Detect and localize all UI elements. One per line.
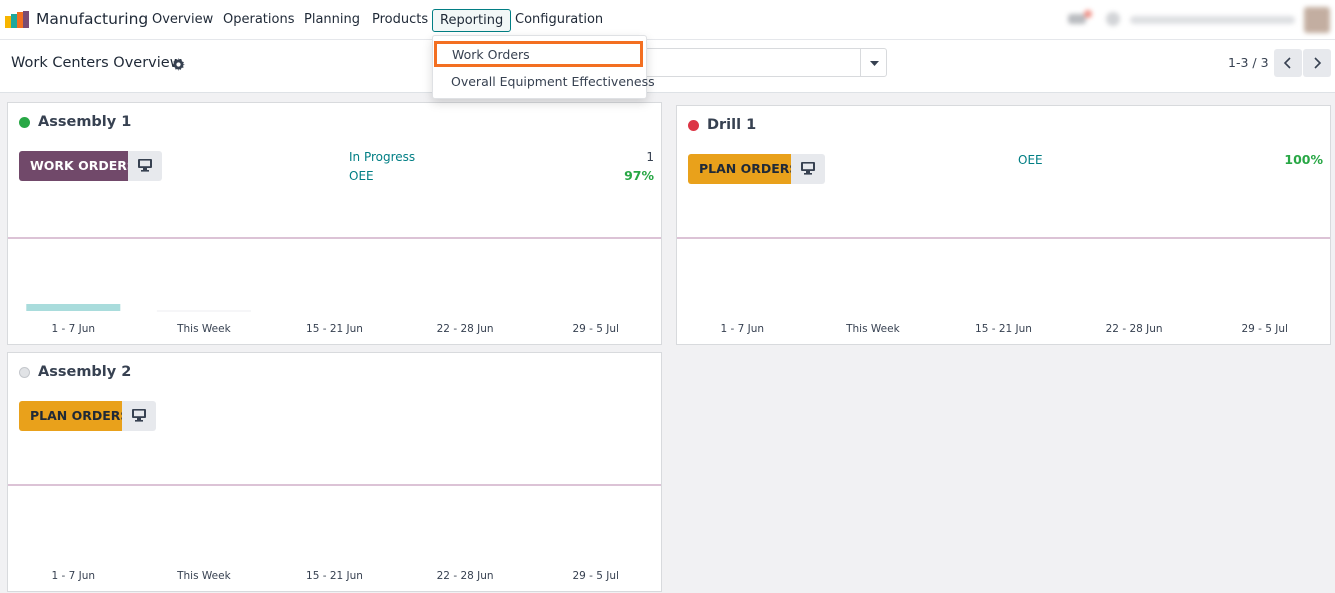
- work-center-card: Assembly 1 WORK ORDERS In Progress 1 OEE…: [7, 102, 662, 345]
- gear-icon[interactable]: [172, 58, 185, 71]
- work-center-name: Drill 1: [707, 117, 757, 133]
- menu-configuration[interactable]: Configuration: [515, 12, 603, 27]
- status-dot[interactable]: [19, 367, 30, 378]
- stat-value-oee: 97%: [624, 168, 654, 183]
- status-dot[interactable]: [19, 117, 30, 128]
- work-center-card: Drill 1 PLAN ORDERS OEE 100% 1 - 7 Jun Th…: [676, 105, 1331, 345]
- menu-reporting[interactable]: Reporting: [432, 9, 512, 32]
- search-options-toggle[interactable]: [860, 48, 887, 77]
- chart-tick-label: 15 - 21 Jun: [975, 323, 1032, 335]
- desktop-icon: [132, 409, 146, 422]
- pager-value[interactable]: 1-3 / 3: [1228, 55, 1269, 70]
- work-center-name: Assembly 2: [38, 364, 132, 380]
- stat-label-in-progress[interactable]: In Progress: [349, 150, 415, 164]
- menu-products[interactable]: Products: [372, 12, 428, 27]
- pager-next-button[interactable]: [1303, 49, 1331, 77]
- chevron-right-icon: [1314, 57, 1322, 69]
- manufacturing-app-icon[interactable]: [5, 11, 29, 28]
- menu-overview[interactable]: Overview: [152, 12, 213, 27]
- dropdown-item-oee[interactable]: Overall Equipment Effectiveness: [433, 70, 655, 94]
- dropdown-item-work-orders[interactable]: Work Orders: [434, 41, 643, 67]
- chart-tick-label: 1 - 7 Jun: [52, 570, 96, 582]
- activity-icon[interactable]: [1104, 8, 1122, 32]
- chart-divider: [8, 484, 661, 486]
- chart-tick-label: 1 - 7 Jun: [721, 323, 765, 335]
- tablet-view-button[interactable]: [791, 154, 825, 184]
- chat-icon[interactable]: [1068, 8, 1094, 32]
- chart-tick-label: This Week: [176, 570, 231, 582]
- control-panel: Work Centers Overview 1-3 / 3: [0, 40, 1335, 93]
- chart-tick-label: 15 - 21 Jun: [306, 570, 363, 582]
- company-switcher[interactable]: [1130, 12, 1295, 31]
- chart-tick-label: 29 - 5 Jul: [572, 570, 619, 582]
- menu-operations[interactable]: Operations: [223, 12, 294, 27]
- chart-tick-label: 1 - 7 Jun: [52, 323, 96, 335]
- weekly-chart: 1 - 7 Jun This Week 15 - 21 Jun 22 - 28 Jun…: [721, 323, 1288, 335]
- search-input[interactable]: [610, 48, 860, 77]
- desktop-icon: [138, 159, 152, 172]
- chart-bar: [26, 304, 121, 311]
- chart-tick-label: 22 - 28 Jun: [1106, 323, 1163, 335]
- stat-label-oee[interactable]: OEE: [1018, 153, 1043, 167]
- tablet-view-button[interactable]: [122, 401, 156, 431]
- menu-planning[interactable]: Planning: [304, 12, 360, 27]
- top-navbar: Manufacturing Overview Operations Planni…: [0, 0, 1335, 40]
- weekly-chart: 1 - 7 Jun This Week 15 - 21 Jun 22 - 28 Jun…: [26, 304, 619, 335]
- chart-tick-label: This Week: [176, 323, 231, 335]
- status-dot[interactable]: [688, 120, 699, 131]
- pager-previous-button[interactable]: [1274, 49, 1302, 77]
- reporting-dropdown: Work Orders Overall Equipment Effectiven…: [432, 35, 655, 99]
- desktop-icon: [801, 162, 815, 175]
- user-avatar[interactable]: [1304, 7, 1330, 37]
- chart-tick-label: 29 - 5 Jul: [1241, 323, 1288, 335]
- chart-tick-label: 22 - 28 Jun: [437, 323, 494, 335]
- chart-divider: [8, 237, 661, 239]
- app-name[interactable]: Manufacturing: [36, 10, 148, 28]
- chart-tick-label: This Week: [845, 323, 900, 335]
- chart-tick-label: 29 - 5 Jul: [572, 323, 619, 335]
- stat-value-oee: 100%: [1284, 152, 1323, 167]
- tablet-view-button[interactable]: [128, 151, 162, 181]
- chart-tick-label: 22 - 28 Jun: [437, 570, 494, 582]
- chart-tick-label: 15 - 21 Jun: [306, 323, 363, 335]
- stat-value-in-progress: 1: [646, 150, 654, 164]
- chevron-left-icon: [1283, 57, 1291, 69]
- chart-divider: [677, 237, 1330, 239]
- page-title: Work Centers Overview: [11, 55, 182, 71]
- caret-down-icon: [870, 61, 879, 66]
- work-center-name: Assembly 1: [38, 114, 132, 130]
- work-center-card: Assembly 2 PLAN ORDERS 1 - 7 Jun This Wee…: [7, 352, 662, 592]
- stat-label-oee[interactable]: OEE: [349, 169, 374, 183]
- weekly-chart: 1 - 7 Jun This Week 15 - 21 Jun 22 - 28 Jun…: [52, 570, 619, 582]
